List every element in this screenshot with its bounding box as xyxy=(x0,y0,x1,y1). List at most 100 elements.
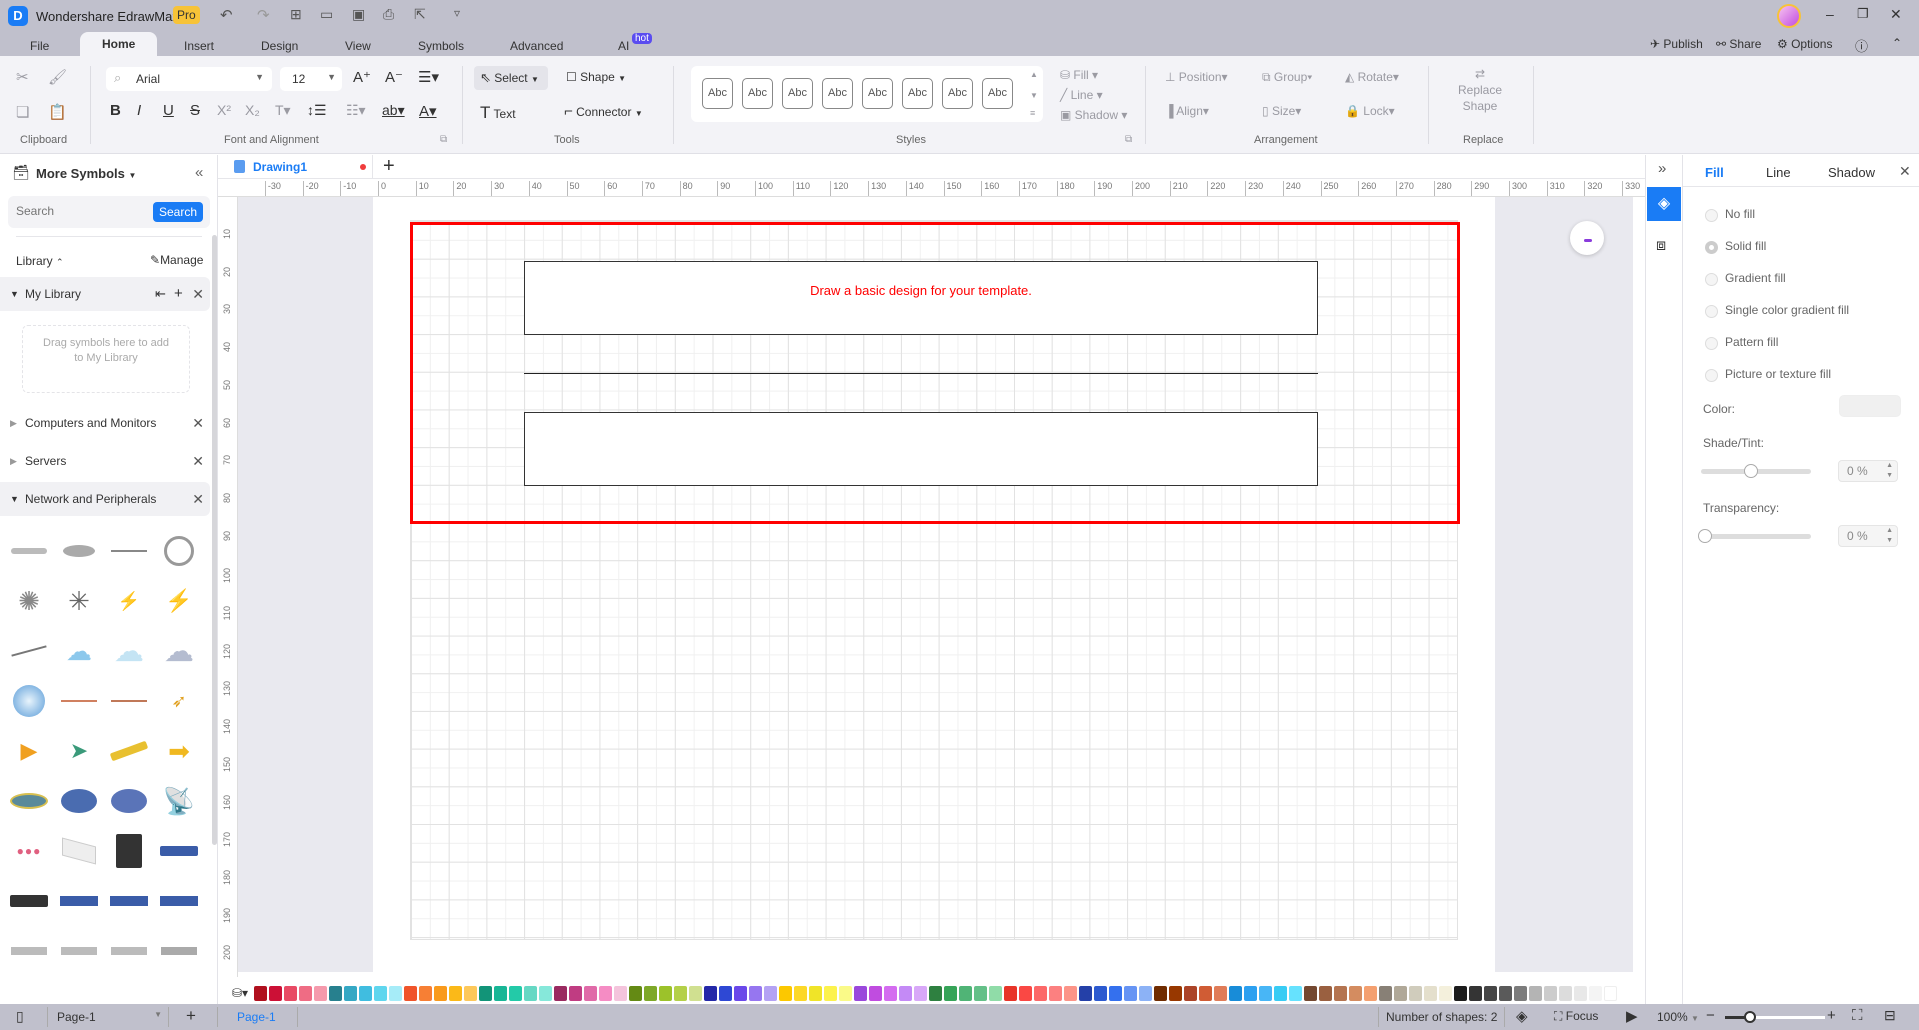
close-icon[interactable]: ✕ xyxy=(192,406,204,440)
search-input[interactable] xyxy=(16,204,146,218)
color-swatch[interactable] xyxy=(344,985,358,1001)
color-swatch[interactable] xyxy=(704,985,718,1001)
color-swatch[interactable] xyxy=(1214,985,1228,1001)
decrease-font-icon[interactable]: A⁻ xyxy=(385,68,403,86)
gallery-up-icon[interactable]: ▲ xyxy=(1030,70,1038,79)
font-color-icon[interactable]: A▾ xyxy=(419,102,437,120)
arrow-green-symbol[interactable]: ➤ xyxy=(59,734,99,768)
gallery-down-icon[interactable]: ▼ xyxy=(1030,91,1038,100)
library-network-and-peripherals[interactable]: ▼ Network and Peripherals ✕ xyxy=(0,482,210,516)
hub-symbol[interactable] xyxy=(9,534,49,568)
page-tab[interactable]: Page-1 xyxy=(237,1010,276,1024)
replace-shape-button[interactable]: ⇄ Replace Shape xyxy=(1455,66,1505,114)
page[interactable]: Draw a basic design for your template. xyxy=(373,197,1495,972)
collapse-panel-icon[interactable]: « xyxy=(195,164,203,181)
patch-panel-2-symbol[interactable] xyxy=(59,934,99,968)
color-swatch[interactable] xyxy=(1424,985,1438,1001)
cut-icon[interactable]: ✂ xyxy=(16,68,29,86)
rotate-button[interactable]: ◭ Rotate▾ xyxy=(1345,70,1399,84)
save-icon[interactable]: ▣ xyxy=(352,6,365,23)
color-swatch[interactable] xyxy=(359,985,373,1001)
color-swatch[interactable] xyxy=(1574,985,1588,1001)
color-swatch[interactable] xyxy=(1019,985,1033,1001)
transparency-slider[interactable] xyxy=(1698,529,1811,543)
color-swatch[interactable] xyxy=(839,985,853,1001)
ring-symbol[interactable] xyxy=(159,534,199,568)
color-swatch[interactable] xyxy=(449,985,463,1001)
color-swatch[interactable] xyxy=(614,985,628,1001)
bullets-icon[interactable]: ☷▾ xyxy=(346,102,366,119)
link-2-symbol[interactable] xyxy=(109,684,149,718)
increase-font-icon[interactable]: A⁺ xyxy=(353,68,371,86)
style-preset[interactable]: Abc xyxy=(782,78,813,109)
collapse-ribbon-icon[interactable]: ⌃ xyxy=(1892,36,1902,50)
globe-symbol[interactable] xyxy=(9,684,49,718)
options-button[interactable]: ⚙ Options xyxy=(1777,37,1832,51)
color-swatch[interactable] xyxy=(854,985,868,1001)
tab-ai[interactable]: AI xyxy=(618,36,629,56)
content-box[interactable] xyxy=(524,412,1318,486)
color-swatch[interactable] xyxy=(1484,985,1498,1001)
tab-file[interactable]: File xyxy=(30,36,49,56)
size-button[interactable]: ▯ Size▾ xyxy=(1262,104,1301,118)
color-swatch[interactable] xyxy=(1034,985,1048,1001)
color-swatch[interactable] xyxy=(764,985,778,1001)
color-swatch[interactable] xyxy=(509,985,523,1001)
minimize-icon[interactable]: – xyxy=(1826,6,1834,22)
color-swatch[interactable] xyxy=(1439,985,1453,1001)
add-document-icon[interactable]: + xyxy=(383,155,395,178)
color-swatch[interactable] xyxy=(1199,985,1213,1001)
lightning-bolt-symbol[interactable]: ⚡ xyxy=(159,584,199,618)
color-swatch[interactable] xyxy=(794,985,808,1001)
publish-button[interactable]: ✈ Publish xyxy=(1650,37,1703,51)
undo-icon[interactable]: ↶ xyxy=(220,6,233,24)
play-icon[interactable]: ▶ xyxy=(1626,1007,1638,1025)
color-swatch[interactable] xyxy=(1394,985,1408,1001)
color-swatch[interactable] xyxy=(824,985,838,1001)
fill-option-label[interactable]: Solid fill xyxy=(1725,239,1766,253)
color-swatch[interactable] xyxy=(1139,985,1153,1001)
color-swatch[interactable] xyxy=(1349,985,1363,1001)
router-symbol[interactable] xyxy=(59,534,99,568)
color-swatch[interactable] xyxy=(464,985,478,1001)
color-swatch[interactable] xyxy=(809,985,823,1001)
strikethrough-icon[interactable]: S xyxy=(190,102,200,119)
lock-button[interactable]: 🔒 Lock▾ xyxy=(1345,104,1395,118)
switch-3-symbol[interactable] xyxy=(109,884,149,918)
fill-option-label[interactable]: Gradient fill xyxy=(1725,271,1786,285)
bus-symbol[interactable] xyxy=(109,534,149,568)
color-swatch[interactable] xyxy=(1064,985,1078,1001)
color-swatch[interactable] xyxy=(1004,985,1018,1001)
color-swatch[interactable] xyxy=(1154,985,1168,1001)
color-swatch[interactable] xyxy=(1364,985,1378,1001)
divider-line[interactable] xyxy=(524,373,1318,374)
color-swatch[interactable] xyxy=(374,985,388,1001)
shadow-button[interactable]: ▣ Shadow ▾ xyxy=(1060,108,1127,122)
hub-star-symbol[interactable]: ✳ xyxy=(59,584,99,618)
color-swatch[interactable] xyxy=(1454,985,1468,1001)
presentation-icon[interactable]: ⧈ xyxy=(1656,237,1666,255)
color-swatch[interactable] xyxy=(1334,985,1348,1001)
color-swatch[interactable] xyxy=(599,985,613,1001)
subscript-icon[interactable]: X₂ xyxy=(245,102,260,118)
new-icon[interactable]: ⊞ xyxy=(290,6,302,23)
slider-knob[interactable] xyxy=(1743,464,1758,478)
color-swatch[interactable] xyxy=(1514,985,1528,1001)
style-preset[interactable]: Abc xyxy=(982,78,1013,109)
fill-option-radio[interactable] xyxy=(1705,369,1718,382)
color-swatch[interactable] xyxy=(779,985,793,1001)
paste-icon[interactable]: 📋 xyxy=(48,103,67,121)
color-swatch[interactable] xyxy=(899,985,913,1001)
more-symbols-dropdown[interactable]: More Symbols ▼ xyxy=(36,166,136,181)
line-spacing-icon[interactable]: ↕☰ xyxy=(307,102,327,119)
color-swatch[interactable] xyxy=(719,985,733,1001)
color-swatch[interactable] xyxy=(554,985,568,1001)
switch-4-symbol[interactable] xyxy=(159,884,199,918)
tab-home[interactable]: Home xyxy=(80,32,158,56)
close-icon[interactable]: ✕ xyxy=(192,444,204,478)
tab-symbols[interactable]: Symbols xyxy=(418,36,464,56)
tab-insert[interactable]: Insert xyxy=(184,36,214,56)
color-swatch[interactable] xyxy=(1529,985,1543,1001)
text-format-icon[interactable]: T▾ xyxy=(275,102,291,119)
color-swatch[interactable] xyxy=(989,985,1003,1001)
